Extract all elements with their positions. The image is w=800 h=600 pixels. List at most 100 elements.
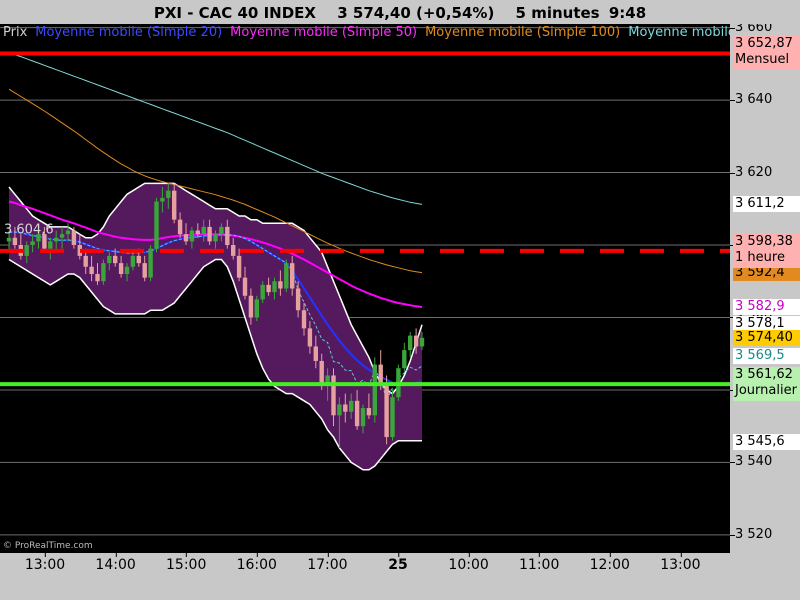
reference-line-label: 3 652,87 Mensuel: [733, 36, 800, 71]
price-label: 3 582,9: [733, 298, 800, 315]
candle-body: [201, 226, 206, 235]
x-tick-label: 17:00: [307, 553, 348, 573]
x-tick-label: 10:00: [448, 553, 489, 573]
watermark: © ProRealTime.com: [3, 541, 93, 551]
legend-item-1[interactable]: Moyenne mobile (Simple 20): [35, 25, 222, 40]
price-label: 3 574,40: [733, 329, 800, 346]
timeframe: 5 minutes: [515, 4, 600, 22]
reference-line-name: 1 heure: [735, 249, 785, 265]
candle-body: [6, 237, 12, 242]
candle-body: [83, 255, 88, 267]
candle-body: [366, 408, 372, 416]
reference-line-name: Journalier: [735, 383, 797, 399]
price-change: 3 574,40 (+0,54%): [337, 4, 495, 22]
candle-body: [349, 400, 354, 412]
price-annotation: 3 604,6: [4, 222, 54, 237]
x-tick-label: 13:00: [24, 553, 66, 573]
reference-line-value: 3 561,62: [735, 367, 793, 383]
candle-body: [319, 360, 324, 383]
candle-body: [95, 274, 100, 282]
y-tick-label: 3 520: [730, 526, 773, 542]
reference-line-name: Mensuel: [735, 52, 790, 68]
candle-body: [419, 337, 425, 347]
x-tick-label: 12:00: [589, 553, 630, 573]
candle-body: [378, 364, 383, 383]
candle-body: [177, 219, 183, 235]
price-label: 3 569,5: [733, 347, 800, 364]
candle-body: [65, 230, 71, 235]
candle-body: [278, 281, 283, 289]
candle-body: [408, 335, 413, 351]
candle-body: [360, 408, 366, 427]
candle-body: [272, 281, 277, 293]
candle-body: [118, 263, 124, 275]
candle-body: [231, 245, 236, 256]
candle-body: [71, 230, 77, 246]
candle-body: [136, 255, 141, 264]
plot-area[interactable]: 3 604,6 Prix Moyenne mobile (Simple 20) Mo…: [0, 24, 730, 553]
candle-body: [89, 266, 94, 275]
candle-body: [154, 201, 159, 249]
bollinger-band: [9, 183, 422, 470]
candle-body: [101, 263, 106, 282]
x-tick-label: 16:00: [236, 553, 277, 573]
candle-body: [295, 288, 301, 311]
reference-line-label: 3 598,38 1 heure: [733, 233, 800, 268]
candle-body: [260, 284, 265, 300]
candle-body: [325, 375, 330, 383]
candle-body: [290, 263, 295, 289]
candle-body: [219, 226, 224, 235]
x-tick-label: 15:00: [166, 553, 207, 573]
reference-line-value: 3 598,38: [735, 233, 793, 249]
legend: Prix Moyenne mobile (Simple 20) Moyenne mo…: [3, 24, 730, 42]
candle-body: [213, 234, 218, 242]
time-axis[interactable]: 13:00 14:00 15:00 16:00 17:00 25 10:00 11:00 12:…: [0, 553, 730, 600]
candle-body: [331, 375, 336, 416]
x-tick-label: 11:00: [519, 553, 560, 573]
x-tick-label: 14:00: [95, 553, 136, 573]
candle-body: [236, 255, 242, 278]
price-label: 3 545,6: [733, 434, 800, 451]
candle-body: [337, 404, 342, 416]
candle-body: [160, 197, 165, 202]
candle-body: [54, 237, 59, 242]
legend-item-0[interactable]: Prix: [3, 25, 27, 40]
candle-body: [148, 248, 153, 278]
y-tick-label: 3 660: [730, 24, 772, 36]
candle-body: [390, 397, 395, 438]
candle-body: [313, 346, 318, 361]
candle-body: [372, 364, 377, 416]
candle-body: [113, 255, 118, 264]
price-label: 3 611,2: [733, 196, 800, 213]
candle-body: [30, 241, 35, 246]
candle-body: [242, 277, 248, 296]
legend-item-2[interactable]: Moyenne mobile (Simple 50): [230, 25, 417, 40]
reference-line-label: 3 561,62 Journalier: [733, 367, 800, 402]
candle-body: [142, 263, 147, 278]
x-tick-label: 13:00: [660, 553, 701, 573]
x-tick-label: 25: [388, 553, 408, 573]
candle-body: [225, 226, 230, 246]
candle-body: [248, 295, 254, 318]
candle-body: [48, 241, 53, 249]
candle-body: [12, 237, 18, 246]
y-tick-label: 3 620: [730, 164, 773, 180]
candle-body: [24, 245, 29, 256]
candle-body: [183, 234, 189, 242]
legend-item-3[interactable]: Moyenne mobile (Simple 100): [425, 25, 620, 40]
candle-body: [124, 266, 130, 275]
candle-body: [189, 230, 195, 242]
candle-body: [402, 350, 407, 369]
candle-body: [307, 328, 313, 347]
candle-body: [130, 255, 136, 267]
price-chart[interactable]: 3 604,6: [0, 24, 730, 553]
candle-body: [301, 310, 307, 329]
candle-body: [254, 299, 259, 318]
candle-body: [284, 263, 289, 289]
price-axis[interactable]: 3 5203 5403 5603 5803 6003 6203 6403 660…: [730, 24, 800, 553]
legend-item-4[interactable]: Moyenne mobile (Simple 200): [628, 25, 730, 40]
reference-line-value: 3 652,87: [735, 36, 793, 52]
y-tick-label: 3 540: [730, 454, 773, 470]
candle-body: [172, 190, 177, 220]
y-tick-label: 3 640: [730, 92, 773, 108]
